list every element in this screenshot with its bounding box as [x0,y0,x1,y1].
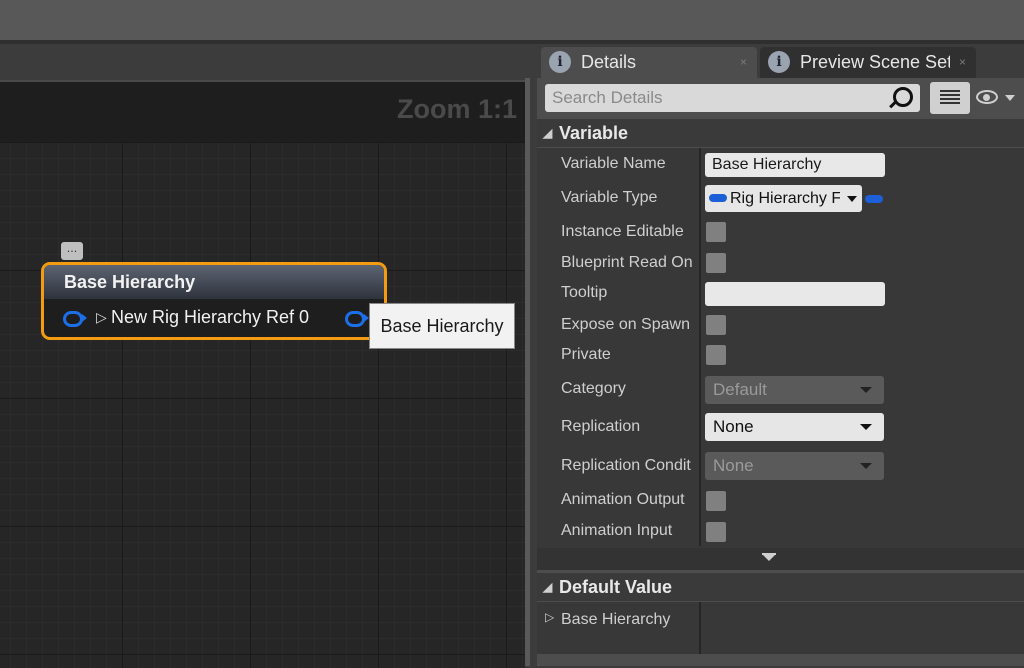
variable-type-value: Rig Hierarchy F [730,190,840,207]
section-default-value[interactable]: ◢ Default Value [537,573,1024,601]
comment-bubble-icon[interactable]: ... [61,242,83,260]
container-type-icon[interactable] [865,195,883,203]
eye-icon[interactable] [976,90,998,104]
output-pin-icon[interactable] [345,311,365,327]
category-value: Default [713,380,767,399]
animation-output-label: Animation Output [561,491,685,508]
property-matrix-button[interactable] [930,82,970,114]
chevron-down-icon [860,463,872,469]
replication-condition-dropdown[interactable]: None [705,452,884,480]
blueprint-read-only-label: Blueprint Read On [561,254,693,271]
graph-header: Zoom 1:1 [0,82,525,142]
section-title: Default Value [559,577,673,597]
toolbar-divider [0,40,1024,44]
tooltip-field[interactable] [705,282,885,306]
replication-label: Replication [561,418,641,435]
pin-label: New Rig Hierarchy Ref 0 [111,307,310,327]
info-icon: i [549,51,571,73]
variable-name-label: Variable Name [561,155,666,172]
search-placeholder: Search Details [552,88,663,107]
close-icon[interactable]: × [959,47,966,77]
top-toolbar [0,0,1024,41]
expand-pin-icon[interactable]: ▷ [96,299,107,335]
replication-condition-label: Replication Condit [561,457,691,474]
variable-node[interactable]: Base Hierarchy ▷ New Rig Hierarchy Ref 0 [41,262,387,340]
advanced-expander[interactable] [537,548,1024,570]
tab-label: Details [581,52,637,72]
zoom-label: Zoom 1:1 [396,94,517,124]
collapse-icon: ◢ [543,580,553,594]
tab-details[interactable]: i Details × [541,47,757,78]
blueprint-read-only-checkbox[interactable] [706,253,726,273]
node-pin-row: ▷ New Rig Hierarchy Ref 0 [44,299,384,337]
info-icon: i [768,51,790,73]
close-icon[interactable]: × [740,47,747,77]
search-input[interactable]: Search Details [545,84,920,112]
replication-dropdown[interactable]: None [705,413,884,441]
replication-value: None [713,417,754,436]
animation-input-checkbox[interactable] [706,522,726,542]
chevron-down-icon[interactable] [1005,95,1015,101]
input-pin-icon[interactable] [63,311,83,327]
pin-arrow-icon [82,314,87,322]
category-dropdown[interactable]: Default [705,376,884,404]
node-title: Base Hierarchy [44,265,384,299]
replication-condition-value: None [713,456,754,475]
panel-splitter[interactable] [525,78,530,666]
category-label: Category [561,380,626,397]
private-label: Private [561,346,611,363]
chevron-down-icon[interactable] [762,554,776,561]
default-value-label: Base Hierarchy [561,611,671,628]
expand-icon[interactable]: ▷ [545,610,554,624]
collapse-icon: ◢ [543,126,553,140]
chevron-down-icon [860,424,872,430]
search-icon [893,87,913,107]
list-icon [940,90,960,106]
tab-preview-scene-settings[interactable]: i Preview Scene Setti × [760,47,976,78]
section-title: Variable [559,123,629,143]
animation-output-checkbox[interactable] [706,491,726,511]
variable-type-dropdown[interactable]: Rig Hierarchy F [705,185,862,212]
node-tooltip: Base Hierarchy [369,303,515,349]
column-divider[interactable] [699,148,701,546]
chevron-down-icon [860,387,872,393]
type-color-icon [709,194,727,202]
animation-input-label: Animation Input [561,522,673,539]
instance-editable-label: Instance Editable [561,223,684,240]
section-variable[interactable]: ◢ Variable [537,119,1024,147]
instance-editable-checkbox[interactable] [706,222,726,242]
variable-type-label: Variable Type [561,189,658,206]
expose-on-spawn-checkbox[interactable] [706,315,726,335]
chevron-down-icon [847,196,857,202]
tooltip-label: Tooltip [561,284,608,301]
tab-label: Preview Scene Setti [800,52,950,72]
column-divider[interactable] [699,602,701,654]
variable-name-field[interactable]: Base Hierarchy [705,153,885,177]
graph-canvas[interactable]: Zoom 1:1 [0,80,525,668]
private-checkbox[interactable] [706,345,726,365]
expose-on-spawn-label: Expose on Spawn [561,316,690,333]
